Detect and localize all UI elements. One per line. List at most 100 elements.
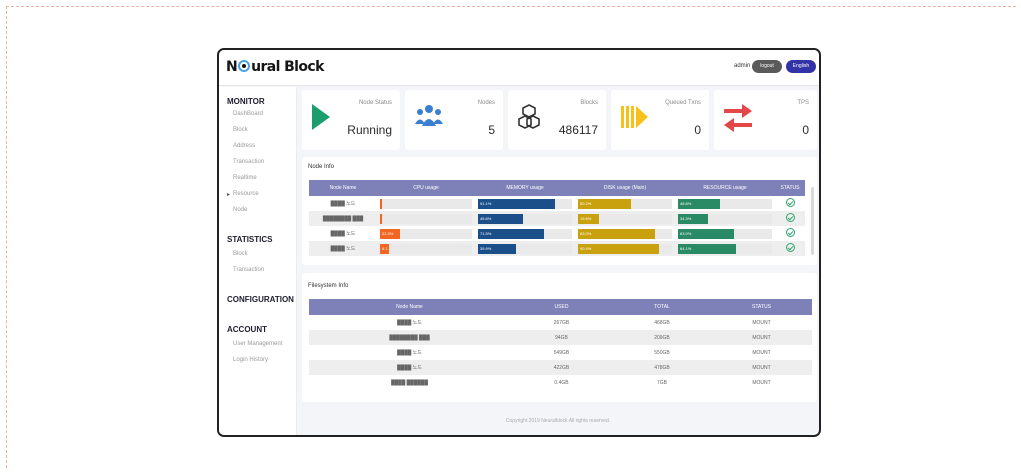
col-resource: RESOURCE usage [675, 180, 775, 196]
transfer-icon [724, 104, 752, 132]
cpu-usage-bar-cell: 6.1 [377, 241, 475, 256]
memory-usage-bar-cell: 91.1% [475, 196, 575, 211]
fs-used-cell: 0.4GB [554, 379, 569, 386]
disk-usage-bar: 19.8% [578, 213, 599, 224]
card-label: TPS [797, 100, 809, 106]
table-row: ████ 노드 422GB 478GB MOUNT [309, 360, 812, 375]
filesystem-info-panel: Filesystem Info Node Name USED TOTAL STA… [302, 273, 817, 402]
filesystem-info-table: Node Name USED TOTAL STATUS ████ 노드 267GB… [309, 299, 812, 390]
cpu-usage-bar: 6.1 [380, 243, 390, 254]
sidebar-item-address[interactable]: Address [233, 143, 255, 149]
current-user: admin [734, 63, 751, 69]
fs-status-cell: MOUNT [752, 379, 771, 386]
disk-usage-bar-track: 83.0% [578, 228, 672, 239]
sidebar-item-node[interactable]: Node [233, 207, 247, 213]
memory-usage-bar-track: 91.1% [478, 198, 572, 209]
resource-usage-bar-cell: 48.8% [675, 196, 775, 211]
sidebar-item-stat-transaction[interactable]: Transaction [233, 267, 264, 273]
sidebar-item-resource[interactable]: Resource [227, 191, 259, 198]
resource-usage-bar: 48.8% [678, 198, 721, 209]
check-circle-icon [785, 228, 795, 237]
logout-button[interactable]: logout [752, 60, 782, 73]
memory-usage-bar-track: 71.5% [478, 228, 572, 239]
node-info-scrollbar[interactable] [811, 187, 814, 255]
card-value: 0 [694, 123, 701, 137]
cpu-usage-bar-cell: 22.3% [377, 226, 475, 241]
disk-usage-bar-track: 50.2% [578, 198, 672, 209]
disk-usage-bar: 50.2% [578, 198, 631, 209]
card-value: 5 [488, 123, 495, 137]
fs-used-cell: 94GB [510, 330, 613, 345]
disk-usage-bar-cell: 50.2% [575, 196, 675, 211]
table-row: ████ 노드 267GB 468GB MOUNT [309, 315, 812, 330]
card-queued-txns: Queued Txns 0 [611, 90, 709, 150]
fs-node-name-cell: ████ ██████ [391, 379, 428, 386]
resource-usage-bar-cell: 64.1% [675, 241, 775, 256]
footer-copyright: Copyright 2019 Neuralblock All rights re… [505, 418, 611, 424]
disk-usage-bar: 83.0% [578, 228, 656, 239]
card-label: Node Status [358, 100, 392, 106]
col-disk: DISK usage (Main) [575, 180, 675, 196]
disk-usage-bar-track: 19.8% [578, 213, 672, 224]
resource-usage-bar: 64.1% [678, 243, 737, 254]
col-node-name: Node Name [309, 180, 377, 196]
check-circle-icon [785, 243, 795, 252]
sidebar-item-realtime[interactable]: Realtime [233, 175, 257, 181]
node-name-cell: ████ 노드 [330, 201, 356, 207]
memory-usage-bar: 39.9% [478, 243, 516, 254]
memory-usage-bar-track: 45.8% [478, 213, 572, 224]
resource-usage-bar-track: 34.3% [678, 213, 772, 224]
logo-mark-icon [238, 60, 251, 72]
col-memory: MEMORY usage [475, 180, 575, 196]
col-cpu: CPU usage [377, 180, 475, 196]
card-label: Queued Txns [665, 100, 701, 106]
col-fs-node-name: Node Name [309, 299, 510, 315]
cubes-icon [518, 104, 540, 129]
card-blocks: Blocks 486117 [508, 90, 606, 150]
cpu-usage-bar-track [380, 198, 472, 209]
node-name-cell: ████ 노드 [330, 231, 356, 237]
card-value: 486117 [558, 123, 598, 137]
fs-node-name-cell: ████████ ███ [309, 330, 510, 345]
fs-status-cell: MOUNT [711, 360, 812, 375]
cpu-usage-bar-track: 22.3% [380, 228, 472, 239]
sidebar-item-user-management[interactable]: User Management [233, 341, 282, 347]
cpu-usage-bar-cell [377, 211, 475, 226]
app-window: Nural Block admin logout English MONITOR… [217, 48, 821, 437]
resource-usage-bar-cell: 34.3% [675, 211, 775, 226]
fs-total-cell: 550GB [654, 349, 670, 356]
sidebar-item-transaction[interactable]: Transaction [233, 159, 264, 165]
col-fs-total: TOTAL [613, 299, 711, 315]
status-cell [775, 196, 805, 211]
status-cell [775, 226, 805, 241]
fs-status-cell: MOUNT [711, 330, 812, 345]
memory-usage-bar: 91.1% [478, 198, 556, 209]
sidebar-item-stat-block[interactable]: Block [233, 251, 248, 257]
sidebar-item-login-history[interactable]: Login History [233, 357, 268, 363]
resource-usage-bar: 34.3% [678, 213, 709, 224]
disk-usage-bar: 90.4% [578, 243, 659, 254]
sidebar-item-block[interactable]: Block [233, 127, 248, 133]
cpu-usage-bar-cell [377, 196, 475, 211]
check-circle-icon [785, 213, 795, 222]
fs-status-cell: MOUNT [752, 349, 771, 356]
col-fs-status: STATUS [711, 299, 812, 315]
memory-usage-bar-track: 39.9% [478, 243, 572, 254]
sidebar-section-monitor: MONITOR [227, 97, 265, 106]
app-logo[interactable]: Nural Block [226, 59, 324, 75]
resource-usage-bar-track: 63.0% [678, 228, 772, 239]
check-circle-icon [785, 198, 795, 207]
node-info-table: Node Name CPU usage MEMORY usage DISK us… [309, 180, 805, 256]
fs-total-cell: 468GB [654, 319, 670, 326]
sidebar-item-dashboard[interactable]: DashBoard [233, 111, 263, 117]
memory-usage-bar-cell: 71.5% [475, 226, 575, 241]
language-button[interactable]: English [786, 60, 816, 73]
fs-node-name-cell: ████ 노드 [397, 350, 422, 356]
fs-total-cell: 209GB [613, 330, 711, 345]
fs-status-cell: MOUNT [752, 319, 771, 326]
fs-total-cell: 478GB [613, 360, 711, 375]
fs-used-cell: 267GB [553, 319, 570, 326]
sidebar-section-configuration[interactable]: CONFIGURATION [227, 295, 294, 304]
card-node-status: Node Status Running [302, 90, 400, 150]
resource-usage-bar: 63.0% [678, 228, 735, 239]
